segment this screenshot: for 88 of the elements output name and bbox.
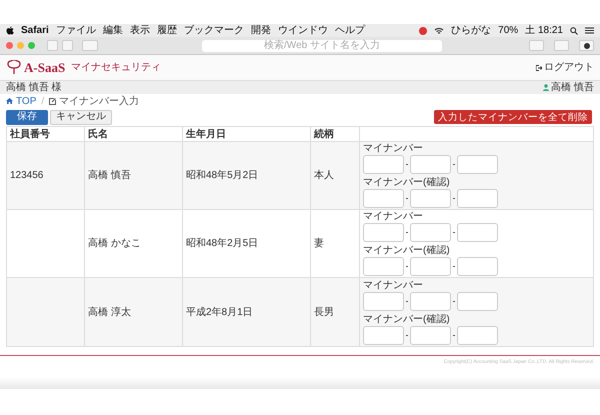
table-cell-text: 昭和48年2月5日 xyxy=(186,236,258,251)
menu-item[interactable]: ヘルプ xyxy=(334,23,365,38)
user-icon xyxy=(543,84,550,91)
number-input-field[interactable] xyxy=(363,257,404,276)
number-input-field[interactable] xyxy=(457,155,498,174)
menu-app-name[interactable]: Safari xyxy=(21,23,49,38)
status-icon[interactable] xyxy=(419,26,428,34)
menu-item[interactable]: ブックマーク xyxy=(184,23,244,38)
column-header: 社員番号 xyxy=(10,128,50,142)
number-input-field[interactable] xyxy=(363,292,404,310)
edit-icon xyxy=(49,98,56,104)
tabs-button[interactable] xyxy=(554,40,569,51)
tree-logo-icon xyxy=(6,60,22,76)
number-input-field[interactable] xyxy=(457,326,498,344)
column-header: 続柄 xyxy=(314,128,334,142)
forward-button[interactable] xyxy=(62,40,73,51)
logout-icon xyxy=(536,64,542,70)
share-button[interactable] xyxy=(529,40,544,51)
field-label: マイナンバー xyxy=(363,211,424,222)
download-button[interactable] xyxy=(579,40,594,51)
minimize-icon[interactable] xyxy=(17,42,24,49)
apple-icon[interactable] xyxy=(6,26,14,35)
menu-item[interactable]: ウインドウ xyxy=(278,23,328,38)
column-header: 氏名 xyxy=(88,128,108,142)
breadcrumb-separator: / xyxy=(41,94,44,108)
field-label: マイナンバー xyxy=(363,280,424,290)
menu-item[interactable]: 表示 xyxy=(130,23,150,38)
dash-icon xyxy=(453,164,455,165)
number-input-field[interactable] xyxy=(410,257,451,276)
zoom-icon[interactable] xyxy=(28,42,35,49)
table-cell-text: 平成2年8月1日 xyxy=(186,306,253,320)
close-icon[interactable] xyxy=(6,42,13,49)
wifi-icon[interactable] xyxy=(434,26,444,34)
menu-item[interactable]: 履歴 xyxy=(156,23,177,38)
dash-icon xyxy=(406,164,408,165)
list-icon[interactable] xyxy=(585,27,594,34)
menu-item[interactable]: 編集 xyxy=(102,23,123,38)
column-header: 生年月日 xyxy=(186,128,226,142)
table-cell-text: 長男 xyxy=(314,306,334,320)
number-input-field[interactable] xyxy=(410,155,451,174)
battery-status[interactable]: 70% xyxy=(498,23,518,38)
user-greeting: 高橋 慎吾 様 xyxy=(6,80,62,95)
search-icon[interactable] xyxy=(570,26,578,34)
table-cell-text: 高橋 かなこ xyxy=(88,236,141,251)
number-input-field[interactable] xyxy=(457,223,498,242)
menu-clock[interactable]: 土 18:21 xyxy=(525,23,563,38)
number-input-field[interactable] xyxy=(410,223,451,242)
breadcrumb-current: マイナンバー入力 xyxy=(59,94,140,108)
number-input-field[interactable] xyxy=(410,189,451,208)
save-button[interactable]: 保存 xyxy=(6,110,48,124)
field-label: マイナンバー(確認) xyxy=(363,177,451,188)
number-input-field[interactable] xyxy=(363,155,404,174)
dash-icon xyxy=(453,198,455,199)
table-cell-text: 昭和48年5月2日 xyxy=(186,168,258,183)
back-button[interactable] xyxy=(47,40,58,51)
number-input-field[interactable] xyxy=(457,257,498,276)
logout-link[interactable]: ログアウト xyxy=(536,60,594,75)
delete-all-button[interactable]: 入力したマイナンバーを全て削除 xyxy=(434,110,592,124)
table-cell-text: 高橋 淳太 xyxy=(88,306,131,320)
table-cell-text: 妻 xyxy=(314,236,324,251)
table-cell-text: 123456 xyxy=(10,169,44,183)
home-icon xyxy=(6,98,13,104)
dash-icon xyxy=(406,232,408,233)
field-label: マイナンバー(確認) xyxy=(363,314,451,324)
field-label: マイナンバー(確認) xyxy=(363,245,451,256)
dash-icon xyxy=(453,232,455,233)
dash-icon xyxy=(453,266,455,267)
number-input-field[interactable] xyxy=(363,223,404,242)
dash-icon xyxy=(406,266,408,267)
menu-item[interactable]: ファイル xyxy=(56,23,96,38)
number-input-field[interactable] xyxy=(457,292,498,310)
number-input-field[interactable] xyxy=(363,189,404,208)
field-label: マイナンバー xyxy=(363,143,424,154)
user-name: 高橋 慎吾 xyxy=(551,80,594,95)
table-cell-text: 本人 xyxy=(314,168,334,183)
breadcrumb-link[interactable]: TOP xyxy=(16,94,36,108)
number-input-field[interactable] xyxy=(457,189,498,208)
menu-item[interactable]: 開発 xyxy=(250,23,271,38)
logo-text: A-SaaS xyxy=(24,58,66,77)
dash-icon xyxy=(406,198,408,199)
input-method[interactable]: ひらがな xyxy=(451,23,492,38)
number-input-field[interactable] xyxy=(410,292,451,310)
table-cell-text: 高橋 慎吾 xyxy=(88,168,131,183)
sidebar-button[interactable] xyxy=(82,40,98,51)
app-title: マイナセキュリティ xyxy=(71,61,162,75)
number-input-field[interactable] xyxy=(363,326,404,344)
cancel-button[interactable]: キャンセル xyxy=(50,110,112,124)
number-input-field[interactable] xyxy=(410,326,451,344)
